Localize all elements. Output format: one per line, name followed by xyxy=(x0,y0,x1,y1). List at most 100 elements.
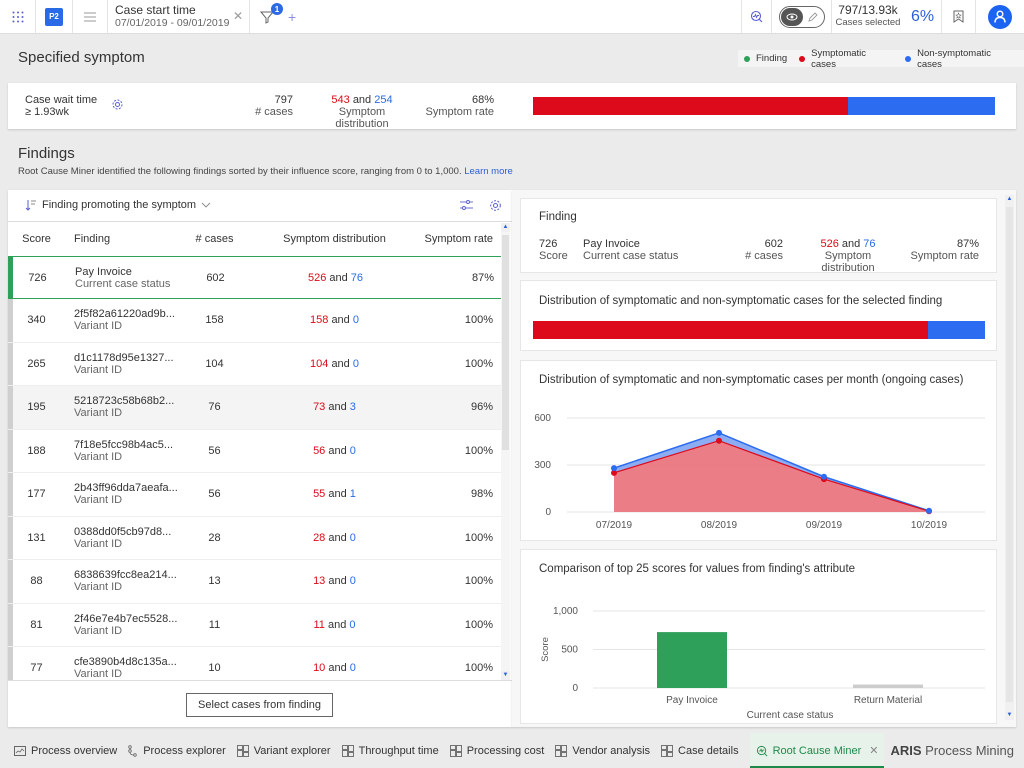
non-symptomatic-segment xyxy=(848,97,995,115)
row-cases: 158 xyxy=(177,314,252,326)
user-button[interactable] xyxy=(976,0,1024,33)
plus-icon[interactable]: + xyxy=(288,9,296,25)
close-tab-icon[interactable]: ✕ xyxy=(869,744,878,757)
finding-distribution: 526 and 76 Symptom distribution xyxy=(797,238,899,274)
row-attribute: Current case status xyxy=(75,278,178,290)
symptom-settings-button[interactable] xyxy=(111,98,124,114)
sliders-icon xyxy=(460,199,473,211)
row-distribution: 13 and 0 xyxy=(252,575,417,587)
column-header-cases[interactable]: # cases xyxy=(177,233,252,245)
row-rate: 96% xyxy=(417,401,499,413)
scroll-thumb[interactable] xyxy=(502,235,509,450)
row-rate: 87% xyxy=(418,272,500,284)
row-score: 726 xyxy=(9,272,66,284)
root-cause-button[interactable] xyxy=(742,0,772,33)
findings-table-header: Score Finding # cases Symptom distributi… xyxy=(8,223,502,255)
scroll-down-arrow[interactable]: ▼ xyxy=(1005,711,1014,720)
scroll-down-arrow[interactable]: ▼ xyxy=(501,671,510,680)
tab-label: Variant explorer xyxy=(254,745,331,757)
top-bar: P2 Case start time 07/01/2019 - 09/01/20… xyxy=(0,0,1024,34)
table-row[interactable]: 1887f18e5fcc98b4ac5...Variant ID5656 and… xyxy=(8,430,502,474)
findings-title: Findings xyxy=(18,145,75,162)
tab-case-details[interactable]: Case details xyxy=(661,733,739,768)
x-tick-label: Return Material xyxy=(854,695,922,706)
filter-chip-case-start-time[interactable]: Case start time 07/01/2019 - 09/01/2019 … xyxy=(108,0,250,33)
table-row[interactable]: 265d1c1178d95e1327...Variant ID104104 an… xyxy=(8,343,502,387)
tab-root-cause-miner[interactable]: Root Cause Miner ✕ xyxy=(750,733,885,768)
table-row[interactable]: 1772b43ff96dda7aeafa...Variant ID5655 an… xyxy=(8,473,502,517)
learn-more-link[interactable]: Learn more xyxy=(464,166,513,177)
view-edit-toggle[interactable] xyxy=(772,0,832,33)
finding-score: 726 Score xyxy=(539,238,568,262)
finding-rate: 87% Symptom rate xyxy=(911,238,979,262)
findings-scrollbar[interactable]: ▲ ▼ xyxy=(501,223,510,680)
total-point xyxy=(926,508,932,514)
row-cases: 56 xyxy=(177,488,252,500)
tab-variant-explorer[interactable]: Variant explorer xyxy=(237,733,331,768)
detail-scrollbar[interactable]: ▲ ▼ xyxy=(1005,195,1014,720)
row-rate: 100% xyxy=(417,619,499,631)
hamburger-icon xyxy=(84,12,96,22)
scroll-up-arrow[interactable]: ▲ xyxy=(501,223,510,232)
total-point xyxy=(821,474,827,480)
symptomatic-segment xyxy=(533,97,848,115)
findings-settings-button[interactable] xyxy=(489,199,502,215)
scroll-thumb[interactable] xyxy=(1006,207,1013,702)
table-row[interactable]: 726Pay InvoiceCurrent case status602526 … xyxy=(8,256,502,299)
finding-card-title: Finding xyxy=(539,211,577,223)
user-icon xyxy=(994,10,1006,23)
table-row[interactable]: 77cfe3890b4d8c135a...Variant ID1010 and … xyxy=(8,647,502,680)
menu-button[interactable] xyxy=(73,0,108,33)
tab-label: Root Cause Miner xyxy=(773,745,862,757)
filter-settings-button[interactable] xyxy=(460,199,473,214)
tab-process-explorer[interactable]: Process explorer xyxy=(128,733,226,768)
close-icon[interactable]: ✕ xyxy=(233,9,243,23)
row-distribution: 10 and 0 xyxy=(252,662,417,674)
row-cases: 76 xyxy=(177,401,252,413)
row-distribution: 28 and 0 xyxy=(252,532,417,544)
sort-dropdown[interactable]: Finding promoting the symptom xyxy=(25,199,211,211)
finding-distribution-card: Distribution of symptomatic and non-symp… xyxy=(520,280,997,351)
column-header-finding[interactable]: Finding xyxy=(65,233,177,245)
filter-button[interactable]: 1 + xyxy=(250,0,310,33)
filter-value: 07/01/2019 - 09/01/2019 xyxy=(115,17,229,30)
project-button[interactable]: P2 xyxy=(36,0,73,33)
row-score: 131 xyxy=(8,532,65,544)
row-distribution: 158 and 0 xyxy=(252,314,417,326)
x-tick-label: 08/2019 xyxy=(701,520,738,531)
table-row[interactable]: 1310388dd0f5cb97d8...Variant ID2828 and … xyxy=(8,517,502,561)
tab-vendor-analysis[interactable]: Vendor analysis xyxy=(555,733,650,768)
score-bar-chart: 05001,000ScorePay InvoiceReturn Material… xyxy=(521,588,998,724)
finding-cases: 602 # cases xyxy=(745,238,783,262)
row-rate: 100% xyxy=(417,358,499,370)
tab-process-overview[interactable]: Process overview xyxy=(14,733,117,768)
row-attribute: Variant ID xyxy=(74,451,177,463)
sort-icon xyxy=(25,199,37,211)
column-header-rate[interactable]: Symptom rate xyxy=(417,233,499,245)
tab-processing-cost[interactable]: Processing cost xyxy=(450,733,545,768)
row-score: 88 xyxy=(8,575,65,587)
findings-toolbar: Finding promoting the symptom xyxy=(8,190,512,222)
row-cases: 602 xyxy=(178,272,253,284)
row-finding: cfe3890b4d8c135a... xyxy=(74,656,177,668)
table-row[interactable]: 3402f5f82a61220ad9b...Variant ID158158 a… xyxy=(8,299,502,343)
column-header-score[interactable]: Score xyxy=(8,233,65,245)
row-cases: 13 xyxy=(177,575,252,587)
row-cases: 28 xyxy=(177,532,252,544)
gear-icon xyxy=(489,199,502,212)
column-header-distribution[interactable]: Symptom distribution xyxy=(252,233,417,245)
table-row[interactable]: 886838639fcc8ea214...Variant ID1313 and … xyxy=(8,560,502,604)
select-cases-button[interactable]: Select cases from finding xyxy=(186,693,333,717)
table-row[interactable]: 812f46e7e4b7ec5528...Variant ID1111 and … xyxy=(8,604,502,648)
row-rate: 100% xyxy=(417,532,499,544)
apps-button[interactable] xyxy=(0,0,36,33)
symptomatic-segment xyxy=(533,321,928,339)
finding-card: Finding 726 Score Pay Invoice Current ca… xyxy=(520,198,997,273)
scroll-up-arrow[interactable]: ▲ xyxy=(1005,195,1014,204)
finding-name: Pay Invoice Current case status xyxy=(583,238,678,262)
filter-count-badge: 1 xyxy=(271,3,283,15)
row-finding: Pay Invoice xyxy=(75,266,178,278)
table-row[interactable]: 1955218723c58b68b2...Variant ID7673 and … xyxy=(8,386,502,430)
tab-throughput-time[interactable]: Throughput time xyxy=(342,733,439,768)
bookmark-button[interactable] xyxy=(942,0,976,33)
